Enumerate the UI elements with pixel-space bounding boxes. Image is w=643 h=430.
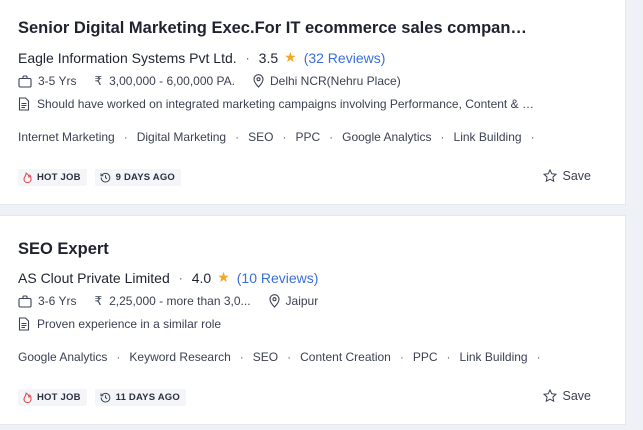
hot-job-label: HOT JOB bbox=[37, 392, 81, 403]
reviews-link[interactable]: (10 Reviews) bbox=[237, 270, 319, 286]
tags-row: Internet Marketing · Digital Marketing ·… bbox=[18, 130, 544, 144]
meta-row: 3-5 Yrs ₹ 3,00,000 - 6,00,000 PA. Delhi … bbox=[18, 74, 401, 88]
save-button[interactable]: Save bbox=[542, 169, 592, 183]
salary: ₹ 3,00,000 - 6,00,000 PA. bbox=[94, 74, 235, 88]
rupee-icon: ₹ bbox=[94, 294, 103, 308]
posted-text: 11 DAYS AGO bbox=[115, 392, 180, 403]
salary-text: 2,25,000 - more than 3,0... bbox=[109, 294, 251, 308]
company-name[interactable]: Eagle Information Systems Pvt Ltd. bbox=[18, 50, 237, 66]
reviews-link[interactable]: (32 Reviews) bbox=[304, 50, 386, 66]
separator: · bbox=[440, 130, 445, 144]
tag: Digital Marketing bbox=[136, 130, 227, 144]
star-outline-icon bbox=[542, 389, 557, 403]
location-text: Jaipur bbox=[285, 294, 319, 308]
description-text: Proven experience in a similar role bbox=[37, 317, 222, 331]
separator: · bbox=[178, 270, 183, 285]
tag: Keyword Research bbox=[129, 350, 231, 364]
location-text: Delhi NCR(Nehru Place) bbox=[269, 74, 401, 88]
tag: PPC bbox=[295, 130, 321, 144]
job-card[interactable]: SEO Expert AS Clout Private Limited · 4.… bbox=[0, 215, 626, 425]
hot-job-badge: HOT JOB bbox=[18, 169, 87, 186]
location-pin-icon bbox=[268, 294, 280, 308]
tag: Link Building bbox=[453, 130, 522, 144]
separator: · bbox=[116, 350, 121, 364]
experience-text: 3-6 Yrs bbox=[38, 294, 77, 308]
separator: · bbox=[446, 350, 451, 364]
separator: · bbox=[235, 130, 240, 144]
experience-text: 3-5 Yrs bbox=[38, 74, 77, 88]
tag: Internet Marketing bbox=[18, 130, 115, 144]
description-row: Proven experience in a similar role bbox=[18, 317, 221, 331]
flame-icon bbox=[23, 172, 32, 183]
tag: Google Analytics bbox=[18, 350, 108, 364]
separator: · bbox=[123, 130, 128, 144]
briefcase-icon bbox=[18, 74, 32, 88]
tag: Link Building bbox=[459, 350, 528, 364]
save-label: Save bbox=[562, 169, 592, 183]
star-icon: ★ bbox=[217, 269, 230, 285]
tag: PPC bbox=[412, 350, 438, 364]
company-row: Eagle Information Systems Pvt Ltd. · 3.5… bbox=[18, 49, 385, 66]
separator: · bbox=[530, 130, 535, 144]
location-pin-icon bbox=[253, 74, 264, 88]
document-icon bbox=[18, 97, 30, 111]
separator: · bbox=[239, 350, 244, 364]
rating-value: 3.5 bbox=[258, 49, 279, 66]
company-name[interactable]: AS Clout Private Limited bbox=[18, 270, 170, 286]
history-icon bbox=[100, 392, 110, 403]
flame-icon bbox=[23, 392, 32, 403]
description-row: Should have worked on integrated marketi… bbox=[18, 97, 537, 111]
tags-row: Google Analytics · Keyword Research · SE… bbox=[18, 350, 550, 364]
tag: Content Creation bbox=[300, 350, 391, 364]
briefcase-icon bbox=[18, 294, 32, 308]
rupee-icon: ₹ bbox=[94, 74, 103, 88]
job-title[interactable]: SEO Expert bbox=[18, 240, 528, 259]
hot-job-label: HOT JOB bbox=[37, 172, 81, 183]
location: Jaipur bbox=[268, 294, 319, 308]
separator: · bbox=[329, 130, 334, 144]
description-text: Should have worked on integrated marketi… bbox=[37, 97, 537, 111]
experience: 3-6 Yrs bbox=[18, 294, 76, 308]
tag: SEO bbox=[248, 130, 274, 144]
history-icon bbox=[100, 172, 110, 183]
rating-value: 4.0 bbox=[191, 269, 212, 286]
experience: 3-5 Yrs bbox=[18, 74, 76, 88]
separator: · bbox=[399, 350, 404, 364]
company-row: AS Clout Private Limited · 4.0 ★ (10 Rev… bbox=[18, 269, 318, 286]
separator: · bbox=[282, 130, 287, 144]
salary: ₹ 2,25,000 - more than 3,0... bbox=[94, 294, 250, 308]
hot-job-badge: HOT JOB bbox=[18, 389, 87, 406]
tag: SEO bbox=[252, 350, 279, 364]
job-card[interactable]: Senior Digital Marketing Exec.For IT eco… bbox=[0, 0, 626, 205]
separator: · bbox=[245, 50, 250, 65]
posted-text: 9 DAYS AGO bbox=[115, 172, 176, 183]
separator: · bbox=[287, 350, 292, 364]
posted-badge: 11 DAYS AGO bbox=[94, 389, 186, 406]
meta-row: 3-6 Yrs ₹ 2,25,000 - more than 3,0... Ja… bbox=[18, 294, 318, 308]
save-label: Save bbox=[562, 389, 592, 403]
salary-text: 3,00,000 - 6,00,000 PA. bbox=[109, 74, 235, 88]
document-icon bbox=[18, 317, 30, 331]
posted-badge: 9 DAYS AGO bbox=[94, 169, 182, 186]
tag: Google Analytics bbox=[342, 130, 432, 144]
star-outline-icon bbox=[542, 169, 557, 183]
save-button[interactable]: Save bbox=[542, 389, 592, 403]
separator: · bbox=[536, 350, 541, 364]
location: Delhi NCR(Nehru Place) bbox=[253, 74, 401, 88]
job-title[interactable]: Senior Digital Marketing Exec.For IT eco… bbox=[18, 19, 528, 38]
badges-row: HOT JOB 11 DAYS AGO bbox=[18, 389, 186, 406]
badges-row: HOT JOB 9 DAYS AGO bbox=[18, 169, 182, 186]
star-icon: ★ bbox=[284, 49, 297, 65]
